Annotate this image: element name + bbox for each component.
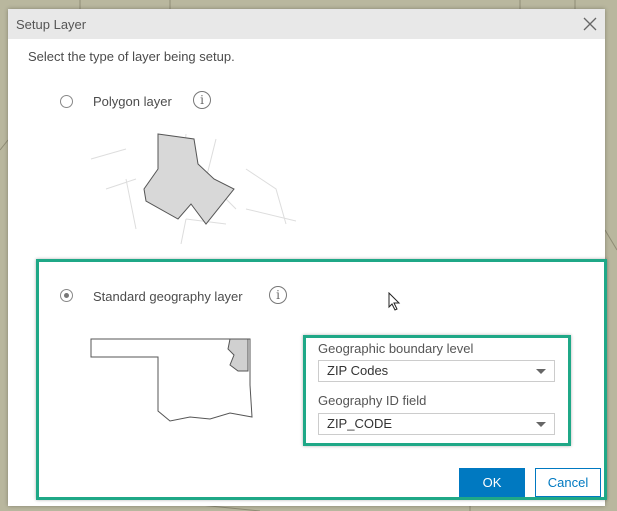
cancel-button[interactable]: Cancel [535, 468, 601, 497]
info-icon[interactable]: i [193, 91, 211, 109]
standard-geography-label[interactable]: Standard geography layer [93, 289, 243, 304]
ok-button[interactable]: OK [459, 468, 525, 497]
polygon-layer-label[interactable]: Polygon layer [93, 94, 172, 109]
dialog-title: Setup Layer [8, 9, 605, 39]
oklahoma-map-icon [90, 338, 253, 422]
info-icon[interactable]: i [269, 286, 287, 304]
setup-layer-dialog: Setup Layer Select the type of layer bei… [8, 9, 607, 506]
polygon-layer-radio[interactable] [60, 95, 73, 108]
geography-id-select[interactable]: ZIP_CODE [318, 413, 555, 435]
close-icon[interactable] [581, 15, 599, 33]
standard-geography-radio[interactable] [60, 289, 73, 302]
geography-id-label: Geography ID field [318, 393, 427, 408]
mouse-cursor-icon [388, 292, 401, 311]
intro-text: Select the type of layer being setup. [28, 49, 235, 64]
boundary-level-select[interactable]: ZIP Codes [318, 360, 555, 382]
boundary-level-label: Geographic boundary level [318, 341, 474, 356]
polygon-illustration-icon [90, 133, 296, 244]
